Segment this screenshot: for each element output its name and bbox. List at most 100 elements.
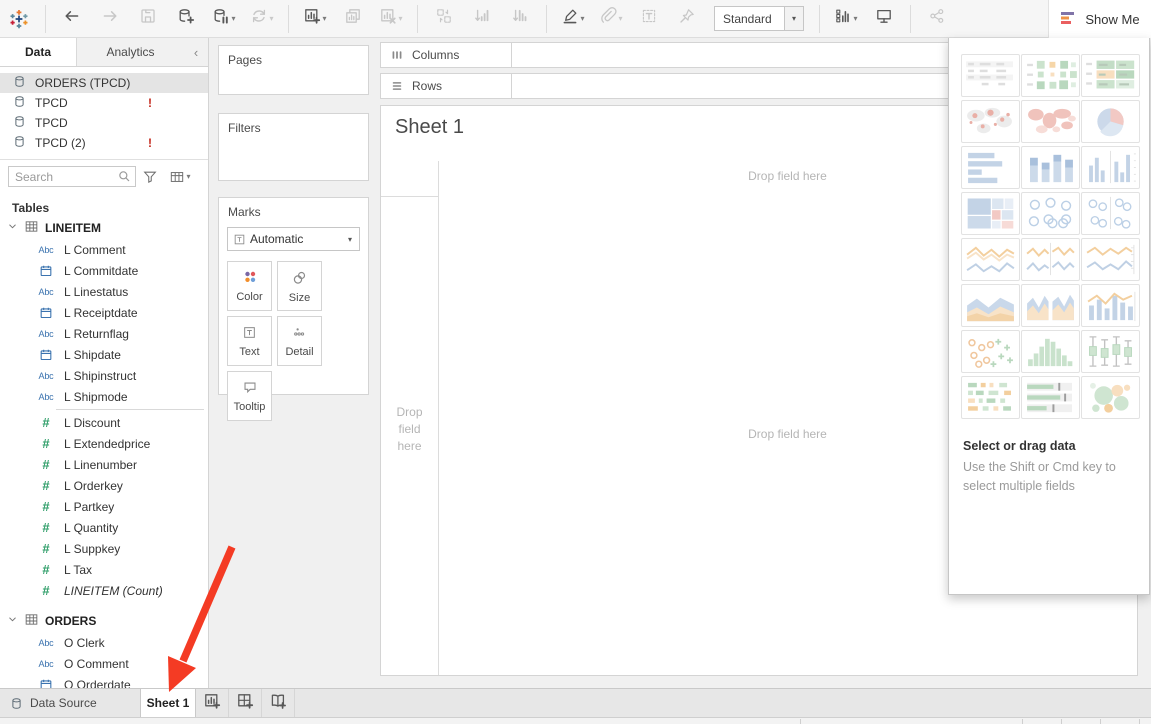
tab-data[interactable]: Data bbox=[0, 38, 76, 66]
database-icon bbox=[13, 75, 26, 91]
sort-ascending-button[interactable] bbox=[466, 4, 498, 34]
showme-text-table[interactable] bbox=[961, 54, 1020, 97]
showme-discrete-lines[interactable] bbox=[1021, 238, 1080, 281]
table-group-orders[interactable]: ORDERS bbox=[0, 610, 208, 632]
duplicate-button[interactable] bbox=[337, 4, 369, 34]
color-button[interactable]: Color bbox=[227, 261, 272, 311]
field-item[interactable]: #L Tax bbox=[0, 559, 208, 580]
field-item[interactable]: #LINEITEM (Count) bbox=[0, 580, 208, 601]
collapse-pane-button[interactable]: ‹ bbox=[184, 38, 208, 66]
redo-button[interactable] bbox=[94, 4, 126, 34]
text-button[interactable]: Text bbox=[227, 316, 272, 366]
field-item[interactable]: L Shipdate bbox=[0, 344, 208, 365]
field-item[interactable]: AbcL Shipmode bbox=[0, 386, 208, 407]
pages-shelf[interactable]: Pages bbox=[218, 45, 369, 95]
chevron-down-icon[interactable] bbox=[7, 221, 18, 235]
sort-descending-button[interactable] bbox=[504, 4, 536, 34]
showme-histogram[interactable] bbox=[1021, 330, 1080, 373]
showme-dual-lines[interactable] bbox=[1081, 238, 1140, 281]
showme-filled-map[interactable] bbox=[1021, 100, 1080, 143]
showme-highlight-table[interactable] bbox=[1081, 54, 1140, 97]
show-me-button[interactable]: Show Me bbox=[1048, 0, 1151, 38]
field-item[interactable]: #L Linenumber bbox=[0, 454, 208, 475]
group-members-button[interactable]: ▾ bbox=[595, 4, 627, 34]
highlight-button[interactable]: ▾ bbox=[557, 4, 589, 34]
filters-label: Filters bbox=[219, 114, 368, 135]
data-source-item[interactable]: TPCD (2)! bbox=[0, 133, 208, 153]
field-item[interactable]: AbcL Comment bbox=[0, 239, 208, 260]
showme-symbol-map[interactable] bbox=[961, 100, 1020, 143]
showme-stacked-bars[interactable] bbox=[1021, 146, 1080, 189]
new-data-source-button[interactable] bbox=[170, 4, 202, 34]
showme-scatter-plot[interactable] bbox=[961, 330, 1020, 373]
show-hide-cards-button[interactable]: ▾ bbox=[830, 4, 862, 34]
data-source-item[interactable]: ORDERS (TPCD) bbox=[0, 73, 208, 93]
field-item[interactable]: #L Partkey bbox=[0, 496, 208, 517]
clear-sheet-button[interactable]: ▾ bbox=[375, 4, 407, 34]
showme-pie-chart[interactable] bbox=[1081, 100, 1140, 143]
show-mark-labels-button[interactable] bbox=[633, 4, 665, 34]
showme-dual-combination[interactable] bbox=[1081, 284, 1140, 327]
data-source-item[interactable]: TPCD bbox=[0, 113, 208, 133]
field-item[interactable]: #L Extendedprice bbox=[0, 433, 208, 454]
data-source-item[interactable]: TPCD! bbox=[0, 93, 208, 113]
swap-rows-columns-button[interactable] bbox=[428, 4, 460, 34]
filter-fields-icon[interactable] bbox=[139, 166, 161, 187]
showme-packed-bubbles[interactable] bbox=[1081, 376, 1140, 419]
field-item[interactable]: #L Quantity bbox=[0, 517, 208, 538]
chevron-down-icon[interactable] bbox=[7, 614, 18, 628]
field-item[interactable]: #L Suppkey bbox=[0, 538, 208, 559]
new-worksheet-button[interactable] bbox=[196, 689, 229, 717]
showme-horizontal-bars[interactable] bbox=[961, 146, 1020, 189]
data-source-tab[interactable]: Data Source bbox=[0, 689, 140, 717]
field-item[interactable]: AbcL Returnflag bbox=[0, 323, 208, 344]
undo-icon bbox=[63, 7, 81, 30]
showme-heat-map[interactable] bbox=[1021, 54, 1080, 97]
new-worksheet-button[interactable]: ▾ bbox=[299, 4, 331, 34]
field-item[interactable]: #L Discount bbox=[0, 412, 208, 433]
pause-auto-updates-button[interactable]: ▾ bbox=[208, 4, 240, 34]
undo-button[interactable] bbox=[56, 4, 88, 34]
field-item[interactable]: AbcL Linestatus bbox=[0, 281, 208, 302]
sheet-tab[interactable]: Sheet 1 bbox=[140, 689, 196, 717]
showme-treemap[interactable] bbox=[961, 192, 1020, 235]
showme-discrete-area[interactable] bbox=[1021, 284, 1080, 327]
tab-analytics[interactable]: Analytics bbox=[76, 38, 184, 66]
fix-axes-button[interactable] bbox=[671, 4, 703, 34]
field-label: L Orderkey bbox=[64, 479, 123, 493]
presentation-mode-button[interactable] bbox=[868, 4, 900, 34]
field-item[interactable]: O Orderdate bbox=[0, 674, 208, 688]
view-options-button[interactable]: ▾ bbox=[164, 166, 196, 187]
field-item[interactable]: #L Orderkey bbox=[0, 475, 208, 496]
showme-gantt[interactable] bbox=[961, 376, 1020, 419]
detail-button[interactable]: Detail bbox=[277, 316, 322, 366]
size-button[interactable]: Size bbox=[277, 261, 322, 311]
field-item[interactable]: AbcO Comment bbox=[0, 653, 208, 674]
field-item[interactable]: L Commitdate bbox=[0, 260, 208, 281]
showme-box-and-whisker[interactable] bbox=[1081, 330, 1140, 373]
tooltip-button[interactable]: Tooltip bbox=[227, 371, 272, 421]
marks-label: Marks bbox=[219, 198, 368, 219]
field-item[interactable]: L Receiptdate bbox=[0, 302, 208, 323]
save-button[interactable] bbox=[132, 4, 164, 34]
showme-side-by-side-bars[interactable] bbox=[1081, 146, 1140, 189]
field-item[interactable]: AbcL Shipinstruct bbox=[0, 365, 208, 386]
filters-shelf[interactable]: Filters bbox=[218, 113, 369, 181]
showme-bullet-graph[interactable] bbox=[1021, 376, 1080, 419]
mark-type-dropdown[interactable]: Automatic ▾ bbox=[227, 227, 360, 251]
showme-continuous-area[interactable] bbox=[961, 284, 1020, 327]
share-workbook-button[interactable] bbox=[921, 4, 953, 34]
search-input[interactable] bbox=[9, 170, 113, 184]
run-auto-updates-button[interactable]: ▾ bbox=[246, 4, 278, 34]
table-icon bbox=[24, 219, 39, 237]
table-group-lineitem[interactable]: LINEITEM bbox=[0, 217, 208, 239]
drop-zone-rows[interactable]: Drop field here bbox=[381, 404, 438, 455]
showme-continuous-lines[interactable] bbox=[961, 238, 1020, 281]
field-item[interactable]: AbcO Clerk bbox=[0, 632, 208, 653]
showme-circle-views[interactable] bbox=[1021, 192, 1080, 235]
showme-side-by-side-circles[interactable] bbox=[1081, 192, 1140, 235]
new-dashboard-button[interactable] bbox=[229, 689, 262, 717]
fit-selector[interactable]: Standard▾ bbox=[714, 6, 804, 31]
new-story-button[interactable] bbox=[262, 689, 295, 717]
search-box[interactable] bbox=[8, 166, 136, 187]
